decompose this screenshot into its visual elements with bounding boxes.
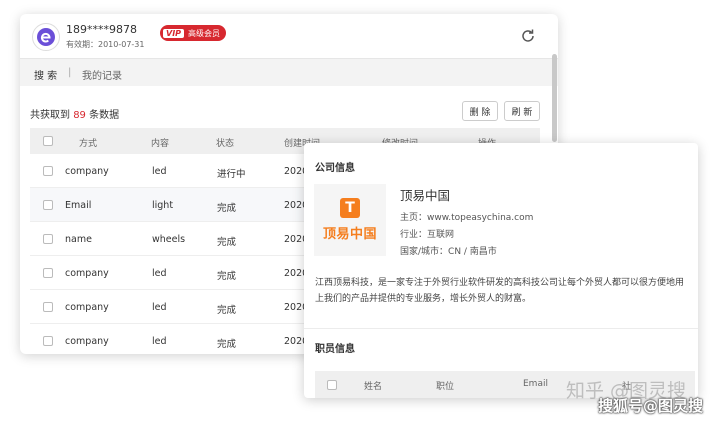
account-phone: 189****9878 [66, 23, 137, 36]
app-logo [32, 23, 60, 51]
row-checkbox[interactable] [43, 268, 53, 278]
cell-status: 完成 [217, 237, 237, 248]
nav-bar: 搜 索 | 我的记录 [20, 58, 558, 86]
row-checkbox[interactable] [43, 302, 53, 312]
company-industry: 行业：互联网 [400, 230, 455, 240]
account-expiry: 有效期：2010-07-31 [66, 40, 145, 49]
header-status: 状态 [216, 139, 235, 149]
header: 189****9878 有效期：2010-07-31 VIP 高级会员 [20, 14, 558, 58]
cell-status: 完成 [217, 305, 237, 316]
company-logo-mark: T [340, 198, 360, 218]
nav-separator: | [68, 67, 72, 78]
divider [304, 328, 698, 329]
cell-method: company [65, 336, 109, 347]
cell-method: company [65, 166, 109, 177]
result-count: 共获取到 89 条数据 [30, 106, 119, 121]
cell-method: name [65, 234, 92, 245]
cell-content: light [152, 200, 174, 211]
cell-status: 完成 [217, 339, 237, 350]
cell-content: led [152, 302, 167, 313]
staff-header-email: Email [523, 379, 548, 389]
nav-my-records[interactable]: 我的记录 [82, 67, 122, 82]
cell-method: company [65, 268, 109, 279]
app-logo-icon [37, 28, 55, 46]
staff-select-all-checkbox[interactable] [327, 380, 337, 390]
row-checkbox[interactable] [43, 336, 53, 346]
vip-label: 高级会员 [188, 28, 221, 38]
staff-section-title: 职员信息 [315, 344, 355, 355]
company-homepage[interactable]: 主页：www.topeasychina.com [400, 210, 533, 223]
cell-content: led [152, 268, 167, 279]
company-logo-text: 顶易中国 [322, 227, 377, 242]
header-method: 方式 [79, 139, 98, 149]
cell-status: 进行中 [217, 169, 246, 180]
cell-status: 完成 [217, 271, 237, 282]
refresh-icon[interactable] [520, 28, 536, 44]
nav-search[interactable]: 搜 索 [34, 67, 57, 82]
row-checkbox[interactable] [43, 166, 53, 176]
cell-method: company [65, 302, 109, 313]
vip-tag: VIP [163, 28, 185, 38]
staff-header-name: 姓名 [364, 382, 383, 392]
company-detail-card: 公司信息 T 顶易中国 顶易中国 主页：www.topeasychina.com… [304, 143, 698, 398]
header-content: 内容 [151, 139, 170, 149]
company-logo: T 顶易中国 [314, 184, 386, 256]
scrollbar-thumb[interactable] [552, 54, 557, 142]
result-count-suffix: 条数据 [85, 110, 120, 121]
sohu-watermark: 搜狐号@图灵搜 [598, 397, 704, 415]
delete-button[interactable]: 删 除 [462, 101, 498, 121]
cell-method: Email [65, 200, 92, 211]
row-checkbox[interactable] [43, 234, 53, 244]
company-section-title: 公司信息 [315, 163, 355, 174]
cell-content: led [152, 166, 167, 177]
row-checkbox[interactable] [43, 200, 53, 210]
cell-content: wheels [152, 234, 186, 245]
company-location: 国家/城市：CN / 南昌市 [400, 247, 497, 257]
vip-badge: VIP 高级会员 [160, 25, 227, 41]
select-all-checkbox[interactable] [43, 136, 53, 146]
refresh-button[interactable]: 刷 新 [504, 101, 540, 121]
cell-status: 完成 [217, 203, 237, 214]
company-name: 顶易中国 [400, 188, 451, 203]
result-count-number: 89 [73, 110, 86, 121]
staff-header-position: 职位 [436, 382, 455, 392]
result-count-prefix: 共获取到 [30, 110, 74, 121]
cell-content: led [152, 336, 167, 347]
company-description: 江西顶易科技，是一家专注于外贸行业软件研发的高科技公司让每个外贸人都可以很方便地… [315, 278, 685, 304]
